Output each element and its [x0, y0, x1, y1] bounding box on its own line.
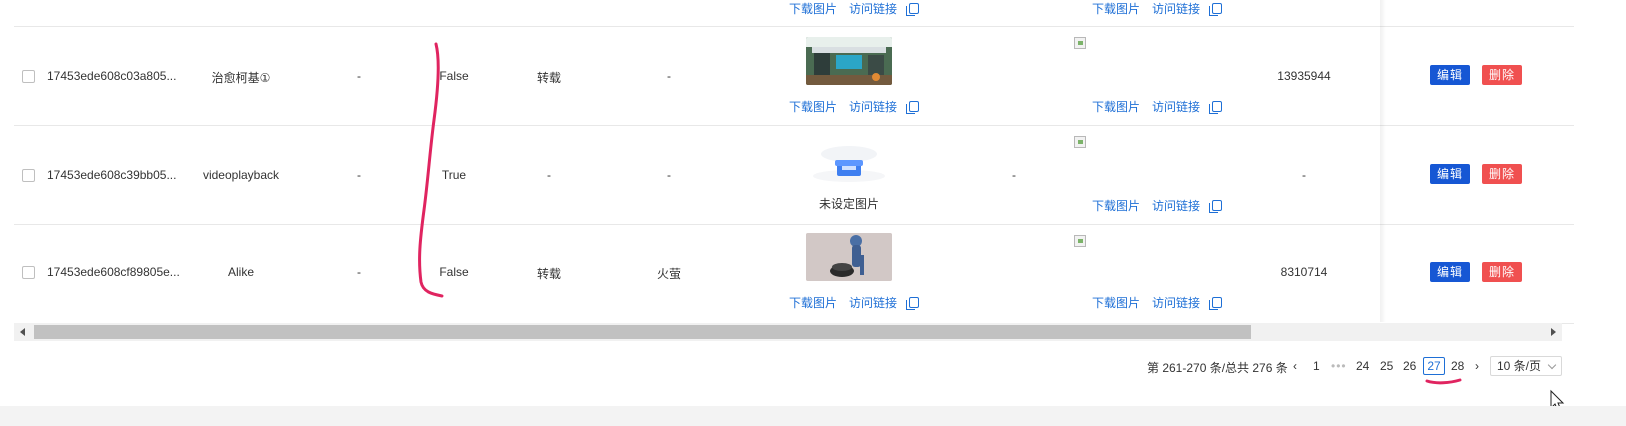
row-type: 转载 [536, 267, 561, 281]
image-links: 下载图片 访问链接 [789, 98, 920, 115]
download-image-link[interactable]: 下载图片 [1092, 0, 1140, 17]
row-checkbox[interactable] [22, 169, 35, 182]
download-image-link[interactable]: 下载图片 [789, 294, 837, 311]
row-flag: False [439, 265, 469, 279]
table-row-partial: 下载图片 访问链接 下载图片 访问链接 [14, 0, 1574, 27]
scroll-left-icon[interactable] [20, 328, 25, 336]
delete-button[interactable]: 删除 [1482, 164, 1523, 184]
copy-icon[interactable] [906, 297, 920, 310]
row-type: 转载 [536, 71, 561, 85]
prev-page-icon[interactable]: ‹ [1293, 359, 1297, 373]
row-number: - [1302, 168, 1306, 182]
row-col3: - [357, 265, 361, 279]
cartoon-shop-thumbnail[interactable] [806, 37, 892, 85]
image-links: 下载图片 访问链接 [789, 294, 920, 311]
row-col3: - [357, 69, 361, 83]
table-row: 17453ede608cf89805e... Alike - False 转载 … [14, 225, 1574, 324]
row-flag: True [441, 168, 467, 182]
download-image-link[interactable]: 下载图片 [789, 98, 837, 115]
cover-links: 下载图片 访问链接 [1092, 294, 1223, 311]
image-links: 下载图片 访问链接 [789, 0, 920, 17]
page-25[interactable]: 25 [1380, 359, 1393, 373]
row-source: - [667, 168, 671, 182]
download-image-link[interactable]: 下载图片 [1092, 98, 1140, 115]
visit-link[interactable]: 访问链接 [849, 98, 897, 115]
page-size-value: 10 条/页 [1497, 359, 1542, 373]
broken-image-icon [1074, 235, 1086, 247]
table-row: 17453ede608c03a805... 治愈柯基① - False 转载 -… [14, 27, 1574, 126]
row-number: 8310714 [1280, 265, 1328, 279]
delete-button[interactable]: 删除 [1482, 65, 1523, 85]
visit-link[interactable]: 访问链接 [1152, 0, 1200, 17]
row-col3: - [357, 168, 361, 182]
row-name: videoplayback [202, 168, 280, 182]
row-id: 17453ede608c03a805... [47, 69, 177, 83]
cover-links: 下载图片 访问链接 [1092, 0, 1223, 17]
download-image-link[interactable]: 下载图片 [789, 0, 837, 17]
edit-button[interactable]: 编辑 [1430, 65, 1471, 85]
download-image-link[interactable]: 下载图片 [1092, 294, 1140, 311]
row-checkbox[interactable] [22, 266, 35, 279]
download-image-link[interactable]: 下载图片 [1092, 197, 1140, 214]
copy-icon[interactable] [1209, 3, 1223, 16]
page-1[interactable]: 1 [1313, 359, 1320, 373]
broken-image-icon [1074, 37, 1086, 49]
row-type: - [547, 168, 551, 182]
visit-link[interactable]: 访问链接 [849, 294, 897, 311]
horizontal-scrollbar[interactable] [14, 323, 1562, 341]
pagination-total: 第 261-270 条/总共 276 条 [1147, 361, 1288, 375]
row-source: - [667, 69, 671, 83]
chevron-down-icon [1547, 360, 1557, 370]
page-24[interactable]: 24 [1356, 359, 1369, 373]
page-28[interactable]: 28 [1451, 359, 1464, 373]
copy-icon[interactable] [1209, 297, 1223, 310]
copy-icon[interactable] [1209, 200, 1223, 213]
row-checkbox[interactable] [22, 70, 35, 83]
copy-icon[interactable] [906, 3, 920, 16]
row-flag: False [439, 69, 469, 83]
row-name: 治愈柯基① [211, 71, 271, 85]
no-image-placeholder-icon [813, 146, 885, 182]
next-page-icon[interactable]: › [1475, 359, 1479, 373]
row-number: 13935944 [1277, 69, 1331, 83]
visit-link[interactable]: 访问链接 [1152, 294, 1200, 311]
delete-button[interactable]: 删除 [1482, 262, 1523, 282]
page-size-select[interactable]: 10 条/页 [1490, 356, 1562, 376]
no-image-text: 未设定图片 [818, 197, 879, 211]
pagination-ellipsis[interactable]: ••• [1331, 359, 1347, 373]
cover-links: 下载图片 访问链接 [1092, 98, 1223, 115]
scroll-right-icon[interactable] [1551, 328, 1556, 336]
edit-button[interactable]: 编辑 [1430, 262, 1471, 282]
row-name: Alike [227, 265, 254, 279]
row-col8: - [1012, 168, 1016, 182]
table-page: 下载图片 访问链接 下载图片 访问链接 17453ede608c03a805..… [0, 0, 1626, 426]
page-26[interactable]: 26 [1403, 359, 1416, 373]
table-row: 17453ede608c39bb05... videoplayback - Tr… [14, 126, 1574, 225]
row-id: 17453ede608c39bb05... [47, 168, 177, 182]
visit-link[interactable]: 访问链接 [849, 0, 897, 17]
cover-links: 下载图片 访问链接 [1092, 197, 1223, 214]
copy-icon[interactable] [1209, 101, 1223, 114]
visit-link[interactable]: 访问链接 [1152, 197, 1200, 214]
page-27-current[interactable]: 27 [1423, 357, 1445, 375]
copy-icon[interactable] [906, 101, 920, 114]
bottom-strip [0, 406, 1626, 426]
annotation-stroke-underline [1425, 378, 1462, 385]
blue-figure-thumbnail[interactable] [806, 233, 892, 281]
broken-image-icon [1074, 136, 1086, 148]
scrollbar-thumb[interactable] [34, 325, 1251, 339]
row-source: 火萤 [656, 267, 681, 281]
edit-button[interactable]: 编辑 [1430, 164, 1471, 184]
fixed-column-shadow [1380, 0, 1386, 322]
visit-link[interactable]: 访问链接 [1152, 98, 1200, 115]
row-id: 17453ede608cf89805e... [47, 265, 180, 279]
